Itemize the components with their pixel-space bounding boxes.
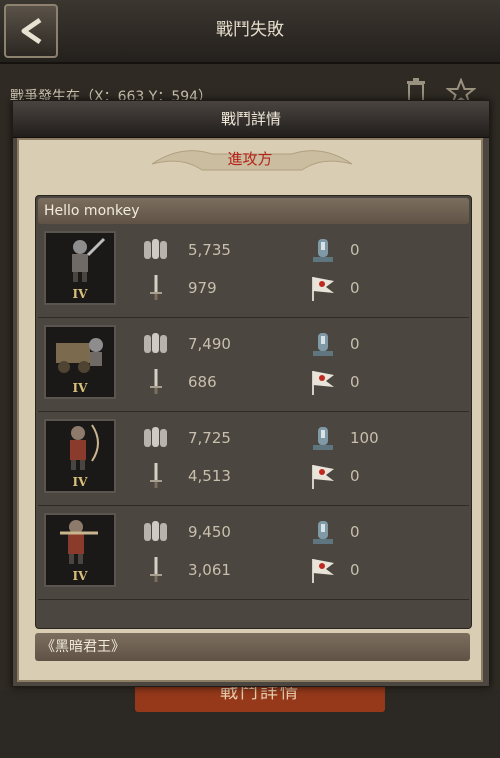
crossbowman-portrait-icon (60, 520, 98, 564)
top-bar: 戰鬥失敗 (0, 0, 500, 64)
losses-value: 0 (350, 523, 360, 541)
unit-portrait: IV (44, 231, 116, 305)
troops-value: 7,490 (188, 335, 231, 353)
attack-value: 3,061 (188, 561, 231, 579)
unit-tier: IV (72, 381, 88, 395)
tombstone-icon (313, 333, 333, 356)
unit-row: IV 7,490 0 686 0 (38, 321, 469, 412)
tombstone-icon (313, 427, 333, 450)
sword-icon (150, 275, 162, 300)
soldiers-icon (144, 333, 167, 353)
tombstone-icon (313, 521, 333, 544)
unit-portrait: IV (44, 513, 116, 587)
attack-value: 979 (188, 279, 217, 297)
unit-tier: IV (72, 569, 88, 583)
archer-portrait-icon (70, 424, 99, 470)
modal-body: 進攻方 Hello monkey IV 5,735 0 979 0 IV 7,4… (17, 138, 483, 682)
troops-value: 9,450 (188, 523, 231, 541)
unit-portrait: IV (44, 325, 116, 399)
attacker-label: 進攻方 (227, 150, 273, 168)
losses-value: 0 (350, 335, 360, 353)
sword-icon (150, 463, 162, 488)
attacker-panel: Hello monkey IV 5,735 0 979 0 IV 7,490 0… (35, 195, 472, 629)
unit-portrait: IV (44, 419, 116, 493)
soldier-portrait-icon (72, 237, 106, 282)
unit-tier: IV (72, 475, 88, 489)
troops-value: 5,735 (188, 241, 231, 259)
unit-tier: IV (72, 287, 88, 301)
siege-portrait-icon (56, 338, 103, 373)
sword-icon (150, 369, 162, 394)
modal-header: 戰鬥詳情 (13, 101, 489, 138)
battle-details-modal: 戰鬥詳情 進攻方 Hello monkey IV 5,735 0 979 0 I… (12, 100, 490, 687)
unit-row: IV 5,735 0 979 0 (38, 227, 469, 318)
losses-value: 0 (350, 241, 360, 259)
attack-value: 4,513 (188, 467, 231, 485)
player-name: Hello monkey (38, 198, 469, 224)
kills-value: 0 (350, 373, 360, 391)
tombstone-icon (313, 239, 333, 262)
soldiers-icon (144, 427, 167, 447)
kills-value: 0 (350, 279, 360, 297)
losses-value: 100 (350, 429, 379, 447)
flag-icon (312, 559, 334, 583)
kills-value: 0 (350, 561, 360, 579)
flag-icon (312, 277, 334, 301)
flag-icon (312, 371, 334, 395)
modal-title: 戰鬥詳情 (220, 110, 281, 128)
unit-row: IV 9,450 0 3,061 0 (38, 509, 469, 600)
sword-icon (150, 557, 162, 582)
flag-icon (312, 465, 334, 489)
page-title: 戰鬥失敗 (216, 20, 284, 40)
attack-value: 686 (188, 373, 217, 391)
soldiers-icon (144, 521, 167, 541)
troops-value: 7,725 (188, 429, 231, 447)
kills-value: 0 (350, 467, 360, 485)
soldiers-icon (144, 239, 167, 259)
next-player-name: 《黑暗君王》 (35, 633, 470, 661)
unit-row: IV 7,725 100 4,513 0 (38, 415, 469, 506)
